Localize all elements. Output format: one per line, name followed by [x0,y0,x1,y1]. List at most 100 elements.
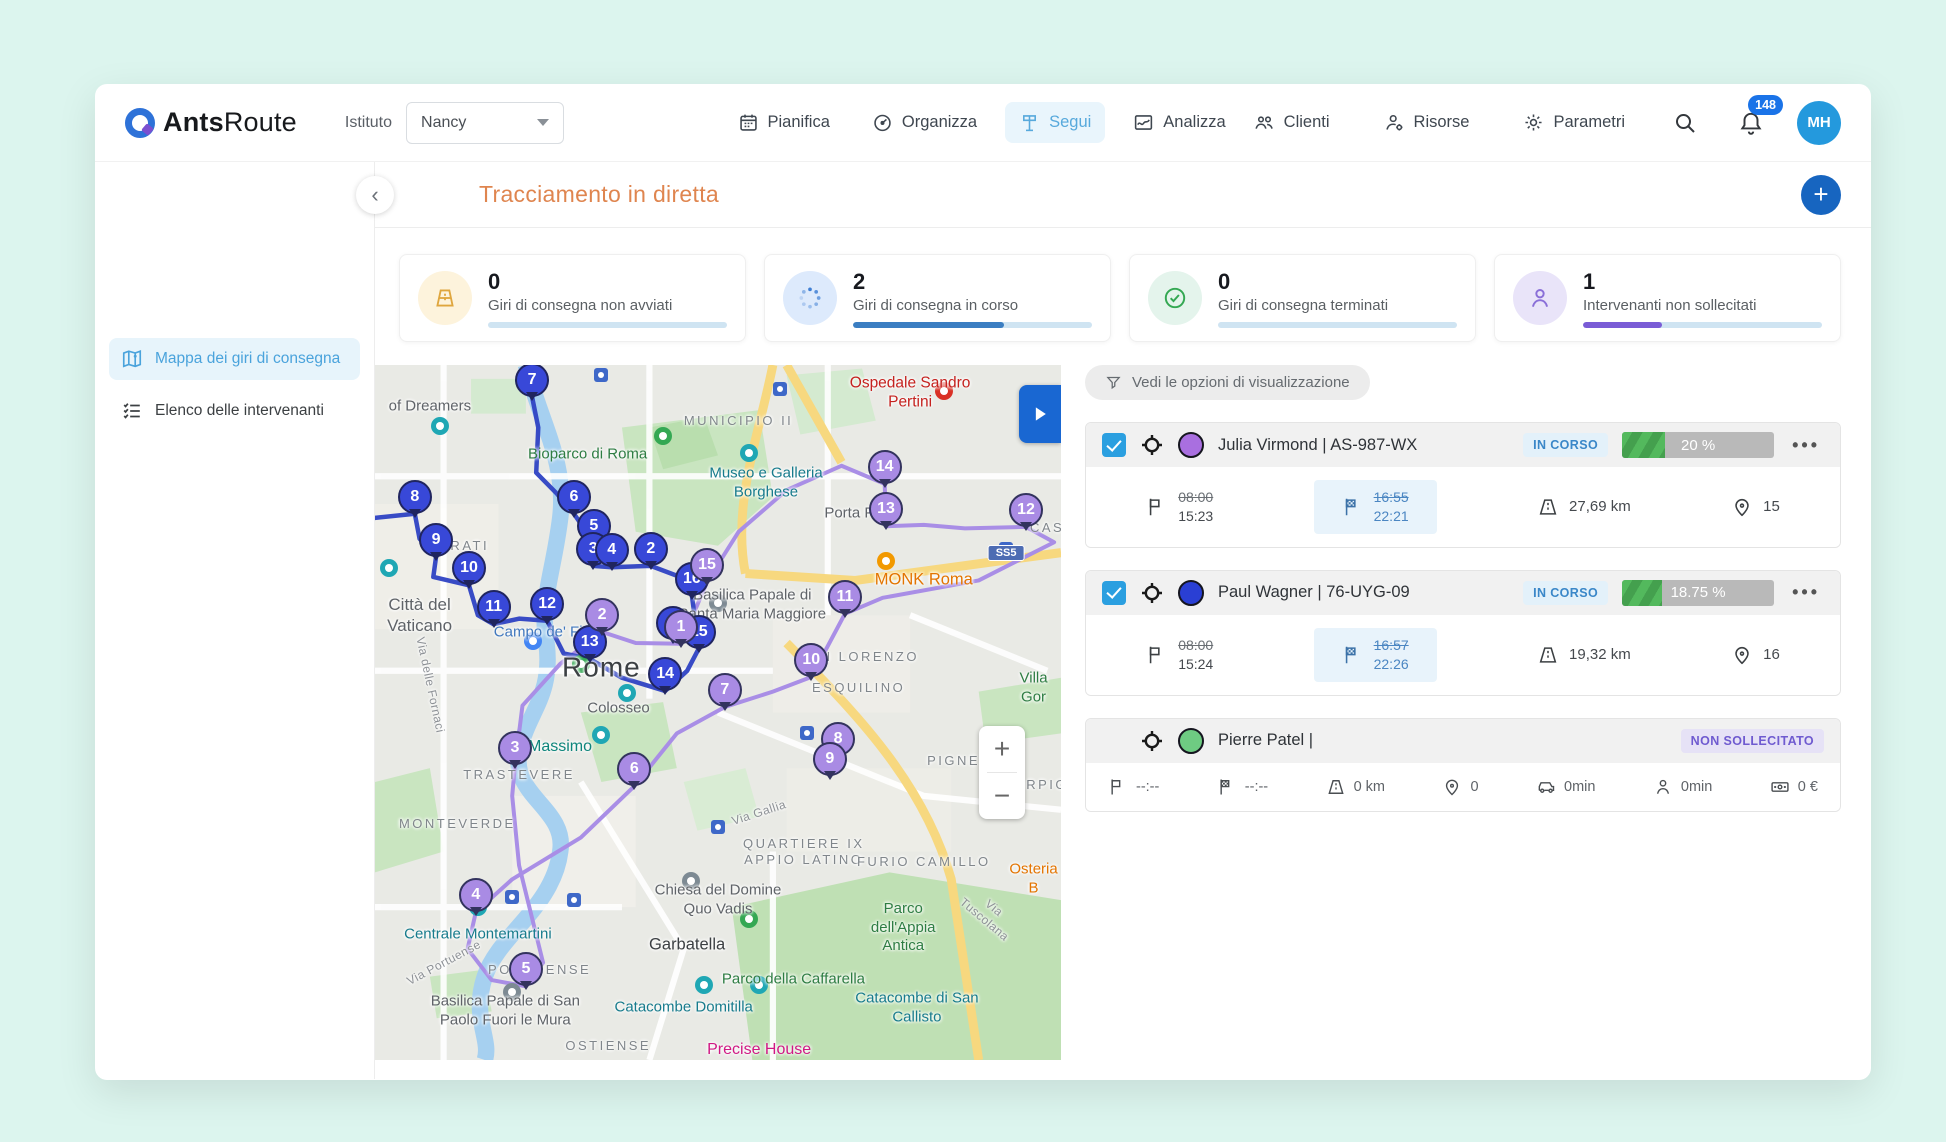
avatar[interactable]: MH [1797,101,1841,145]
locate-icon[interactable] [1140,433,1164,457]
map-pin-purple-4[interactable]: 4 [459,878,493,912]
nav-clienti[interactable]: Clienti [1240,102,1344,143]
driver-checkbox[interactable] [1102,433,1126,457]
map-pin-purple-11[interactable]: 11 [828,580,862,614]
map-pin-purple-10[interactable]: 10 [794,643,828,677]
map-label: Via Gallia [730,797,788,829]
nav-parametri[interactable]: Parametri [1509,102,1639,143]
map-poi-icon [740,910,758,928]
stat-label: Giri di consegna non avviati [488,297,727,314]
map-label: Via delle Fornaci [412,635,447,734]
chevron-left-icon: ‹ [371,182,378,208]
person-icon [1513,271,1567,325]
map-pin-purple-1[interactable]: 1 [664,610,698,644]
brand-logo[interactable]: AntsRoute [125,107,297,138]
map-pin-purple-7[interactable]: 7 [708,673,742,707]
flag-icon [1146,496,1168,518]
map-pin-purple-9[interactable]: 9 [813,742,847,776]
truck-icon [418,271,472,325]
stops-cell: 0 [1442,777,1478,797]
stat-card-non-avviati: 0 Giri di consegna non avviati [399,254,746,342]
map-pin-purple-14[interactable]: 14 [868,450,902,484]
finish-flag-icon [1342,644,1364,666]
map-pin-icon [1731,644,1753,666]
map-pin-blue-14[interactable]: 14 [648,657,682,691]
site-select[interactable]: Nancy [406,102,564,144]
map-poi-icon [709,594,727,612]
main-content: ‹ Tracciamento in diretta + 0 Giri di co… [375,162,1871,1079]
check-circle-icon [1148,271,1202,325]
map-pin-blue-6[interactable]: 6 [557,480,591,514]
map-pin-blue-8[interactable]: 8 [398,480,432,514]
distance-cell: 19,32 km [1537,644,1631,666]
map-pin-icon [1731,496,1753,518]
map-label: OSTIENSE [565,1038,651,1054]
nav-segui[interactable]: Segui [1005,102,1105,143]
add-button[interactable]: + [1801,175,1841,215]
nav-analizza[interactable]: Analizza [1119,102,1239,143]
cost-cell: 0 € [1770,777,1818,797]
status-badge: NON SOLLECITATO [1681,729,1824,753]
gauge-icon [872,112,893,133]
map-label: Via Tuscolana [952,879,1026,948]
map-poi-icon [431,417,449,435]
nav-organizza[interactable]: Organizza [858,102,991,143]
gear-icon [1523,112,1544,133]
status-badge: IN CORSO [1523,433,1608,457]
map-label: of Dreamers [389,397,472,416]
locate-icon[interactable] [1140,581,1164,605]
search-icon [1673,111,1697,135]
nav-risorse[interactable]: Risorse [1370,102,1484,143]
search-button[interactable] [1665,103,1705,143]
person-gear-icon [1384,112,1405,133]
map-pin-blue-7[interactable]: 7 [515,365,549,397]
driver-card-paul: Paul Wagner | 76-UYG-09 IN CORSO 18.75 %… [1085,570,1841,696]
end-time-cell: 16:5722:26 [1314,628,1437,682]
more-menu-button[interactable]: ••• [1788,582,1824,603]
zoom-in-button[interactable]: + [979,726,1025,772]
map-label: Villa Gor [1020,669,1048,707]
site-select-value: Nancy [421,114,466,132]
map-label: Città del Vaticano [387,594,452,637]
map-pin-purple-6[interactable]: 6 [617,752,651,786]
driver-checkbox[interactable] [1102,581,1126,605]
stat-value: 2 [853,269,1092,295]
finish-flag-icon [1342,496,1364,518]
map-overlay: of DreamersMUNICIPIO IIOspedale Sandro P… [375,365,1061,1060]
map-pin-blue-9[interactable]: 9 [419,523,453,557]
map-zoom-control: + − [979,726,1025,819]
notifications-button[interactable]: 148 [1731,103,1771,143]
navbar-right: Clienti Risorse Parametri 148 MH [1240,101,1841,145]
stat-value: 0 [1218,269,1457,295]
map-pin-blue-11[interactable]: 11 [477,590,511,624]
map-pin-blue-2[interactable]: 2 [634,532,668,566]
display-options-button[interactable]: Vedi le opzioni di visualizzazione [1085,365,1370,400]
expand-panel-button[interactable] [1019,385,1061,443]
map-pin-blue-12[interactable]: 12 [530,587,564,621]
end-time-cell: --:-- [1217,777,1268,797]
start-time-cell: --:-- [1108,777,1159,797]
map-label: Parco della Caffarella [722,971,865,990]
zoom-out-button[interactable]: − [979,773,1025,819]
map-pin-blue-4[interactable]: 4 [595,533,629,567]
map-pin-purple-2[interactable]: 2 [585,598,619,632]
map-label: Museo e Galleria Borghese [709,464,822,502]
service-time-cell: 0min [1653,777,1712,797]
chevron-down-icon [537,119,549,132]
locate-icon[interactable] [1140,729,1164,753]
sidebar-item-mappa[interactable]: Mappa dei giri di consegna [109,338,360,380]
map-pin-purple-13[interactable]: 13 [869,492,903,526]
transit-station-icon [800,726,814,740]
collapse-sidebar-button[interactable]: ‹ [356,176,394,214]
map-pin-purple-5[interactable]: 5 [509,952,543,986]
map-pin-purple-15[interactable]: 15 [690,548,724,582]
map-pin-purple-3[interactable]: 3 [498,731,532,765]
sidebar-item-elenco[interactable]: Elenco delle intervenanti [109,390,360,432]
title-row: ‹ Tracciamento in diretta + [375,162,1871,228]
map-pin-purple-12[interactable]: 12 [1009,493,1043,527]
brand-name: AntsRoute [163,107,297,138]
more-menu-button[interactable]: ••• [1788,435,1824,456]
map[interactable]: of DreamersMUNICIPIO IIOspedale Sandro P… [375,365,1061,1060]
map-pin-blue-10[interactable]: 10 [452,551,486,585]
nav-pianifica[interactable]: Pianifica [724,102,844,143]
